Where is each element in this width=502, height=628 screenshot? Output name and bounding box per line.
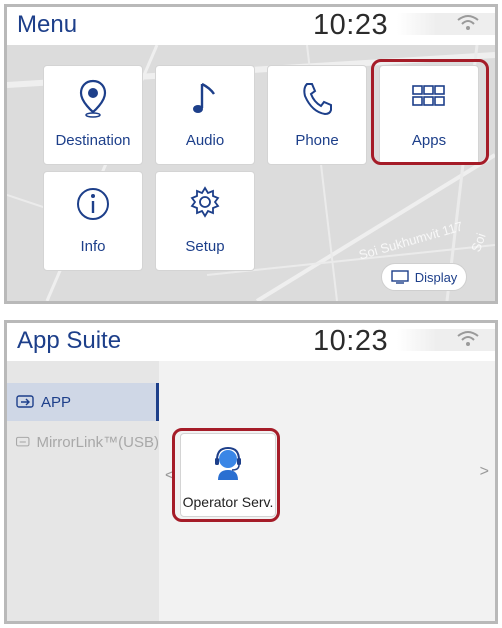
- mirrorlink-icon: [16, 436, 30, 447]
- wifi-icon: [457, 15, 479, 30]
- display-button[interactable]: Display: [381, 263, 467, 291]
- phone-button[interactable]: Phone: [267, 65, 367, 165]
- tile-label: Setup: [185, 238, 225, 255]
- status-bar: App Suite 10:23: [7, 323, 495, 361]
- clock: 10:23: [313, 9, 389, 41]
- audio-button[interactable]: Audio: [155, 65, 255, 165]
- tile-label: Phone: [295, 132, 339, 149]
- tile-label: Audio: [185, 132, 225, 149]
- tile-label: Destination: [55, 132, 131, 149]
- location-pin-icon: [79, 79, 107, 118]
- setup-button[interactable]: Setup: [155, 171, 255, 271]
- display-icon: [390, 270, 409, 284]
- sidebar-item-label: MirrorLink™(USB): [36, 433, 159, 451]
- phone-icon: [303, 83, 332, 116]
- wifi-icon: [457, 331, 479, 346]
- info-icon: [77, 188, 109, 220]
- sidebar-item-label: APP: [41, 393, 72, 411]
- screen-title: Menu: [17, 11, 78, 38]
- sidebar-item-app[interactable]: APP: [7, 383, 159, 421]
- sidebar: APP MirrorLink™(USB): [7, 361, 159, 621]
- chevron-right-icon[interactable]: >: [480, 463, 489, 481]
- sidebar-item-mirrorlink[interactable]: MirrorLink™(USB): [7, 423, 159, 461]
- apps-highlight-box: [371, 59, 489, 165]
- music-note-icon: [193, 82, 215, 113]
- app-icon: [16, 395, 34, 408]
- status-area: [397, 13, 495, 35]
- status-bar: Menu 10:23: [7, 7, 495, 45]
- screen-title: App Suite: [17, 327, 122, 354]
- destination-button[interactable]: Destination: [43, 65, 143, 165]
- info-button[interactable]: Info: [43, 171, 143, 271]
- operator-highlight-box: [172, 428, 280, 522]
- menu-screen: Menu 10:23 Soi Sukhumvit 117 Soi Destina…: [4, 4, 498, 304]
- gear-icon: [190, 186, 220, 218]
- display-button-label: Display: [414, 269, 458, 285]
- tile-label: Info: [80, 238, 106, 255]
- clock: 10:23: [313, 325, 389, 357]
- status-area: [397, 329, 495, 351]
